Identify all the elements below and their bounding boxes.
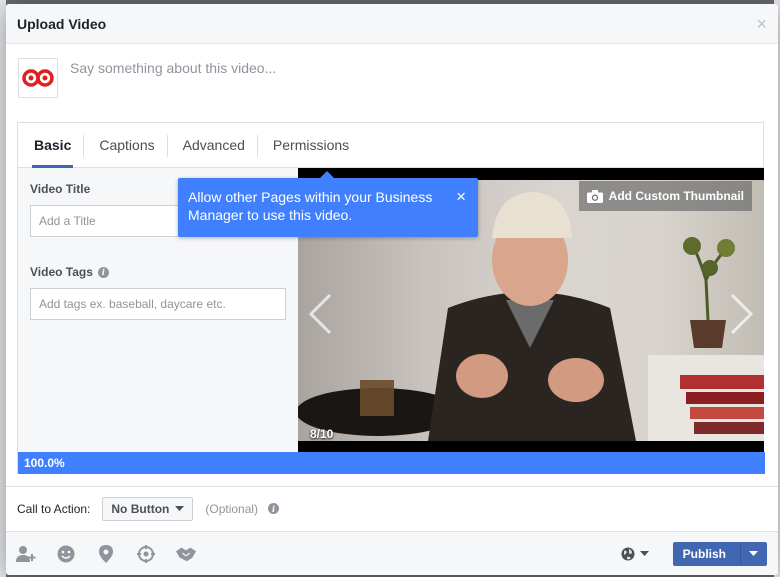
- handshake-icon[interactable]: [176, 544, 196, 564]
- tag-people-icon[interactable]: [16, 544, 36, 564]
- feeling-icon[interactable]: [56, 544, 76, 564]
- permissions-tooltip: Allow other Pages within your Business M…: [178, 171, 478, 237]
- avatar: [18, 58, 58, 98]
- globe-icon: [621, 547, 635, 560]
- composer-footer: Publish: [6, 531, 778, 575]
- caret-down-icon: [175, 506, 185, 511]
- upload-progress-bar: 100.0%: [18, 452, 765, 474]
- call-to-action-value: No Button: [111, 501, 170, 516]
- publish-caret-down-icon: [749, 551, 758, 556]
- audience-selector[interactable]: [621, 547, 649, 561]
- call-to-action-row: Call to Action: No Button (Optional) i: [6, 486, 778, 530]
- composer-input[interactable]: Say something about this video...: [70, 60, 276, 76]
- call-to-action-select[interactable]: No Button: [102, 496, 194, 521]
- dialog-header: Upload Video ×: [6, 4, 778, 44]
- add-custom-thumbnail-label: Add Custom Thumbnail: [608, 189, 744, 203]
- audience-caret-down-icon: [639, 551, 649, 556]
- cta-info-icon[interactable]: i: [268, 503, 280, 514]
- optional-label: (Optional): [205, 501, 259, 516]
- location-icon[interactable]: [96, 544, 116, 564]
- tab-bar: Basic Captions Advanced Permissions: [18, 123, 763, 168]
- close-icon[interactable]: ×: [756, 15, 767, 33]
- thumbnail-counter: 8/10: [310, 427, 334, 441]
- upload-video-dialog: Upload Video × Say something about this …: [6, 4, 778, 575]
- info-icon[interactable]: i: [97, 266, 109, 278]
- tab-captions[interactable]: Captions: [83, 123, 164, 167]
- video-tags-input[interactable]: Add tags ex. baseball, daycare etc.: [30, 288, 286, 320]
- chevron-right-icon[interactable]: [726, 292, 756, 336]
- dialog-title: Upload Video: [17, 15, 107, 32]
- permissions-tooltip-text: Allow other Pages within your Business M…: [188, 189, 433, 223]
- tab-permissions[interactable]: Permissions: [256, 123, 359, 167]
- video-tags-label-text: Video Tags: [30, 265, 93, 279]
- call-to-action-label: Call to Action:: [17, 501, 91, 516]
- publish-button[interactable]: Publish: [672, 541, 767, 566]
- publish-options-caret[interactable]: [740, 542, 766, 565]
- video-details-panel: Basic Captions Advanced Permissions Vide…: [17, 122, 765, 474]
- video-tags-label: Video Tags i: [30, 265, 286, 279]
- upload-progress-label: 100.0%: [24, 456, 65, 470]
- publish-label: Publish: [682, 546, 726, 561]
- camera-icon: [586, 189, 603, 203]
- chevron-left-icon[interactable]: [306, 292, 336, 336]
- tooltip-close-icon[interactable]: ×: [456, 188, 466, 206]
- tab-advanced[interactable]: Advanced: [166, 123, 255, 167]
- tab-basic[interactable]: Basic: [24, 123, 81, 168]
- composer: Say something about this video...: [6, 44, 778, 122]
- target-icon[interactable]: [136, 544, 156, 564]
- video-title-label-text: Video Title: [30, 182, 91, 196]
- add-custom-thumbnail-button[interactable]: Add Custom Thumbnail: [578, 181, 752, 211]
- page-logo-icon: [22, 69, 54, 87]
